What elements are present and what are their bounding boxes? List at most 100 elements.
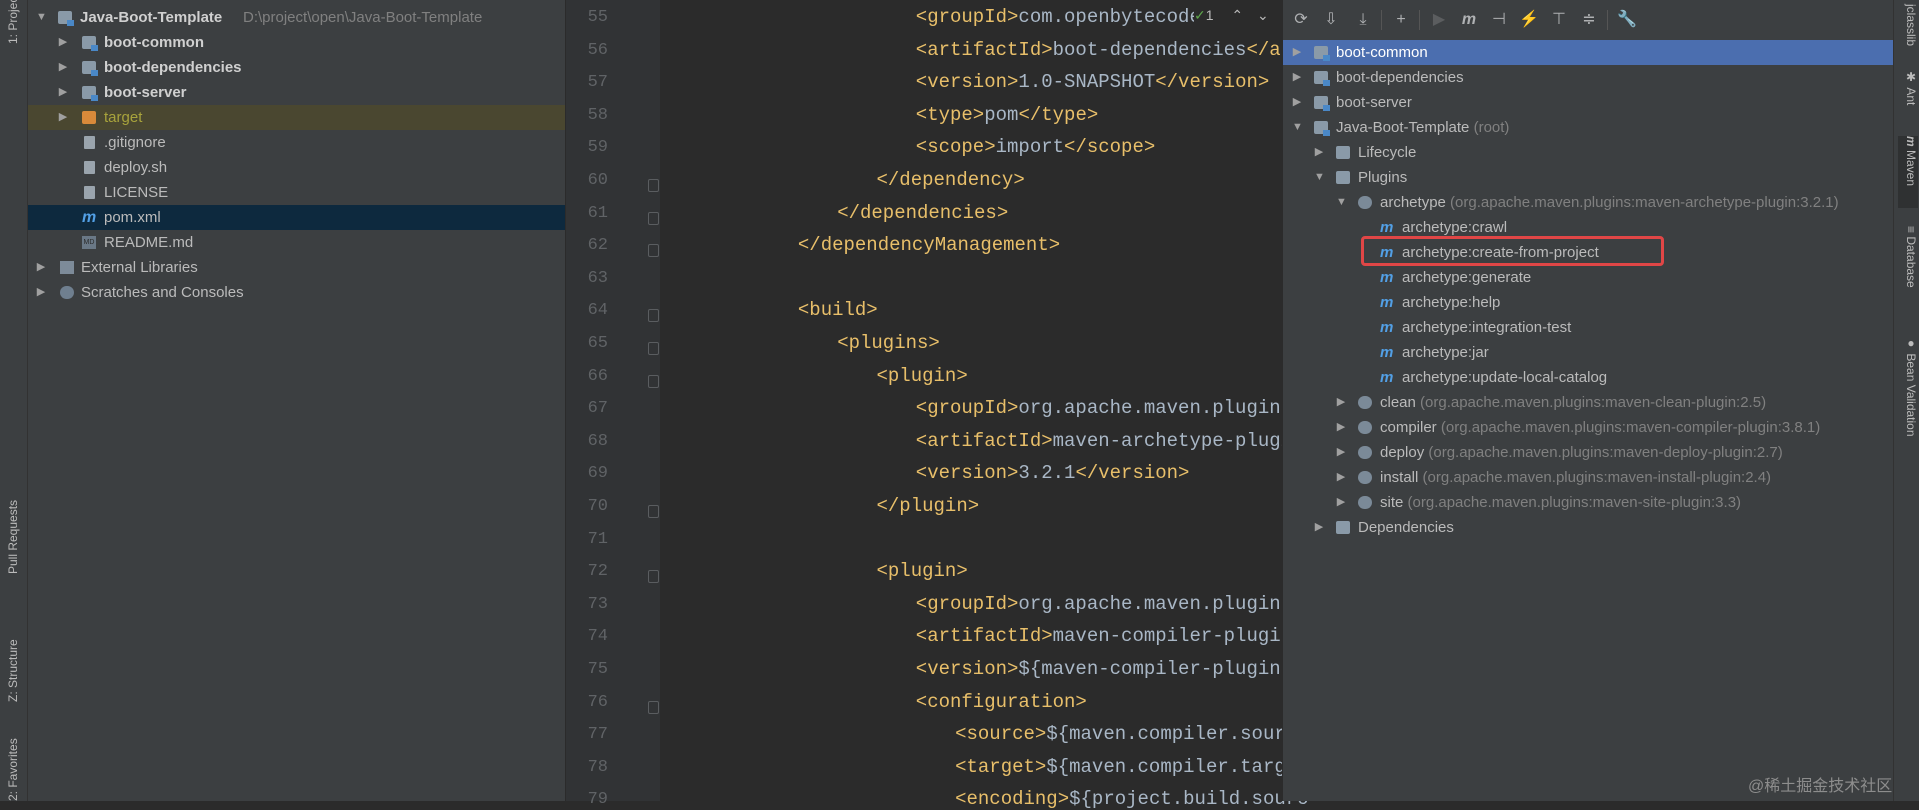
plugins-folder-icon [1336,171,1350,184]
run-icon[interactable]: ▶ [1429,10,1449,30]
structure-tool-tab[interactable]: Z: Structure [3,606,23,702]
chevron-right-icon[interactable]: ▶ [58,80,68,105]
maven-goal-integration-test[interactable]: m archetype:integration-test [1283,315,1893,340]
maven-goal-icon: m [1380,294,1394,311]
fold-marker-icon[interactable] [648,374,659,388]
project-tool-tab[interactable]: 1: Project [3,0,23,44]
tree-item-boot-dependencies[interactable]: ▶ boot-dependencies [28,55,565,80]
maven-tool-tab[interactable]: m Maven [1898,136,1918,208]
chevron-right-icon[interactable]: ▶ [1336,465,1346,490]
maven-plugin-compiler[interactable]: ▶ compiler (org.apache.maven.plugins:mav… [1283,415,1893,440]
download-icon[interactable]: ⤓ [1353,10,1373,30]
tree-item-license[interactable]: LICENSE [28,180,565,205]
chevron-down-icon[interactable]: ⌄ [1257,7,1269,23]
maven-plugin-archetype[interactable]: ▼ archetype (org.apache.maven.plugins:ma… [1283,190,1893,215]
reload-icon[interactable]: ⟳ [1291,10,1311,30]
code-line: <plugin> [876,560,968,583]
fold-marker-icon[interactable] [648,342,659,355]
maven-goal-update-local-catalog[interactable]: m archetype:update-local-catalog [1283,365,1893,390]
tree-item-scratches[interactable]: ▶ Scratches and Consoles [28,280,565,305]
chevron-up-icon[interactable]: ⌃ [1231,7,1243,23]
chevron-right-icon[interactable]: ▶ [58,30,68,55]
chevron-right-icon[interactable]: ▶ [1292,90,1302,115]
code-line: </dependency> [876,169,1025,191]
chevron-right-icon[interactable]: ▶ [1336,440,1346,465]
code-editor[interactable]: 55 56 57 58 59 60 61 62 63 64 65 66 67 68 69 70 71 72 73 74… [566,0,1315,810]
maven-icon: m [1904,136,1918,151]
fold-marker-icon[interactable] [648,309,659,323]
maven-plugin-install[interactable]: ▶ install (org.apache.maven.plugins:mave… [1283,465,1893,490]
chevron-right-icon[interactable]: ▶ [1292,65,1302,90]
maven-plugin-deploy[interactable]: ▶ deploy (org.apache.maven.plugins:maven… [1283,440,1893,465]
tree-item-external-libraries[interactable]: ▶ External Libraries [28,255,565,280]
chevron-right-icon[interactable]: ▶ [1336,490,1346,515]
chevron-right-icon[interactable]: ▶ [1292,40,1302,65]
tree-item-deploy-sh[interactable]: deploy.sh [28,155,565,180]
chevron-right-icon[interactable]: ▶ [58,105,68,130]
maven-item-boot-server[interactable]: ▶ boot-server [1283,90,1893,115]
line-number: 76 [587,692,608,712]
right-tool-strip: jclasslib ✱ Ant m Maven ≡ Database ● Bea… [1893,0,1919,801]
chevron-right-icon[interactable]: ▶ [58,55,68,80]
maven-item-boot-common[interactable]: ▶ boot-common [1283,40,1893,65]
maven-item-boot-dependencies[interactable]: ▶ boot-dependencies [1283,65,1893,90]
chevron-right-icon[interactable]: ▶ [36,255,46,280]
fold-marker-icon[interactable] [648,244,659,258]
fold-marker-icon[interactable] [648,570,659,584]
fold-marker-icon[interactable] [648,700,659,714]
code-area[interactable]: <groupId>com.openbytecode</ <artifactId>b… [660,0,1315,810]
maven-goal-help[interactable]: m archetype:help [1283,290,1893,315]
code-line: </dependencies> [837,201,1009,224]
favorites-tool-tab[interactable]: 2: Favorites [3,730,23,801]
add-project-icon[interactable]: ⇩ [1321,10,1341,30]
maven-item-plugins[interactable]: ▼ Plugins [1283,165,1893,190]
plus-icon[interactable]: + [1391,10,1411,30]
code-line: </dependencyManagement> [797,234,1061,257]
tree-item-boot-server[interactable]: ▶ boot-server [28,80,565,105]
maven-goal-jar[interactable]: m archetype:jar [1283,340,1893,365]
bean-validation-tool-tab[interactable]: ● Bean Validation [1898,336,1918,460]
ant-tool-tab[interactable]: ✱ Ant [1898,70,1918,120]
chevron-down-icon[interactable]: ▼ [1314,165,1325,190]
chevron-down-icon[interactable]: ▼ [1336,190,1347,215]
maven-plugin-site[interactable]: ▶ site (org.apache.maven.plugins:maven-s… [1283,490,1893,515]
collapse-all-icon[interactable]: ≑ [1579,10,1599,30]
pull-requests-tool-tab[interactable]: Pull Requests [3,478,23,574]
jclasslib-tool-tab[interactable]: jclasslib [1898,4,1918,60]
maven-item-dependencies[interactable]: ▶ Dependencies [1283,515,1893,540]
plugin-gear-icon [1358,471,1372,484]
maven-plugin-clean[interactable]: ▶ clean (org.apache.maven.plugins:maven-… [1283,390,1893,415]
line-number: 59 [587,138,608,158]
chevron-right-icon[interactable]: ▶ [1336,415,1346,440]
gitignore-file-icon [84,136,95,149]
toggle-offline-icon[interactable]: ⊣ [1489,10,1509,30]
inspection-widget[interactable]: ✓1 ⌃ ⌄ [1194,7,1269,24]
code-line: <configuration> [915,690,1087,713]
maven-goal-generate[interactable]: m archetype:generate [1283,265,1893,290]
chevron-right-icon[interactable]: ▶ [36,280,46,305]
tree-item-gitignore[interactable]: .gitignore [28,130,565,155]
chevron-right-icon[interactable]: ▶ [1336,390,1346,415]
fold-marker-icon[interactable] [648,505,659,518]
chevron-right-icon[interactable]: ▶ [1314,515,1324,540]
chevron-down-icon[interactable]: ▼ [1292,115,1303,140]
maven-item-root[interactable]: ▼ Java-Boot-Template (root) [1283,115,1893,140]
settings-wrench-icon[interactable]: 🔧 [1617,10,1637,30]
chevron-right-icon[interactable]: ▶ [1314,140,1324,165]
database-tool-tab[interactable]: ≡ Database [1898,226,1918,310]
tree-item-boot-common[interactable]: ▶ boot-common [28,30,565,55]
ant-icon: ✱ [1904,70,1918,88]
project-root-name: Java-Boot-Template [80,9,223,26]
tree-item-readme[interactable]: MD README.md [28,230,565,255]
code-line: <target>${maven.compiler.target [955,755,1309,778]
maven-item-lifecycle[interactable]: ▶ Lifecycle [1283,140,1893,165]
tree-item-pom-xml[interactable]: m pom.xml [28,205,565,230]
show-dependencies-icon[interactable]: ⊤ [1549,10,1569,30]
chevron-down-icon[interactable]: ▼ [36,5,47,30]
fold-marker-icon[interactable] [648,179,659,192]
tree-item-target[interactable]: ▶ target [28,105,565,130]
skip-tests-icon[interactable]: ⚡ [1519,10,1539,30]
project-root-row[interactable]: ▼ Java-Boot-Template D:\project\open\Jav… [28,5,565,30]
maven-goal-icon[interactable]: m [1459,10,1479,30]
fold-marker-icon[interactable] [648,211,659,225]
